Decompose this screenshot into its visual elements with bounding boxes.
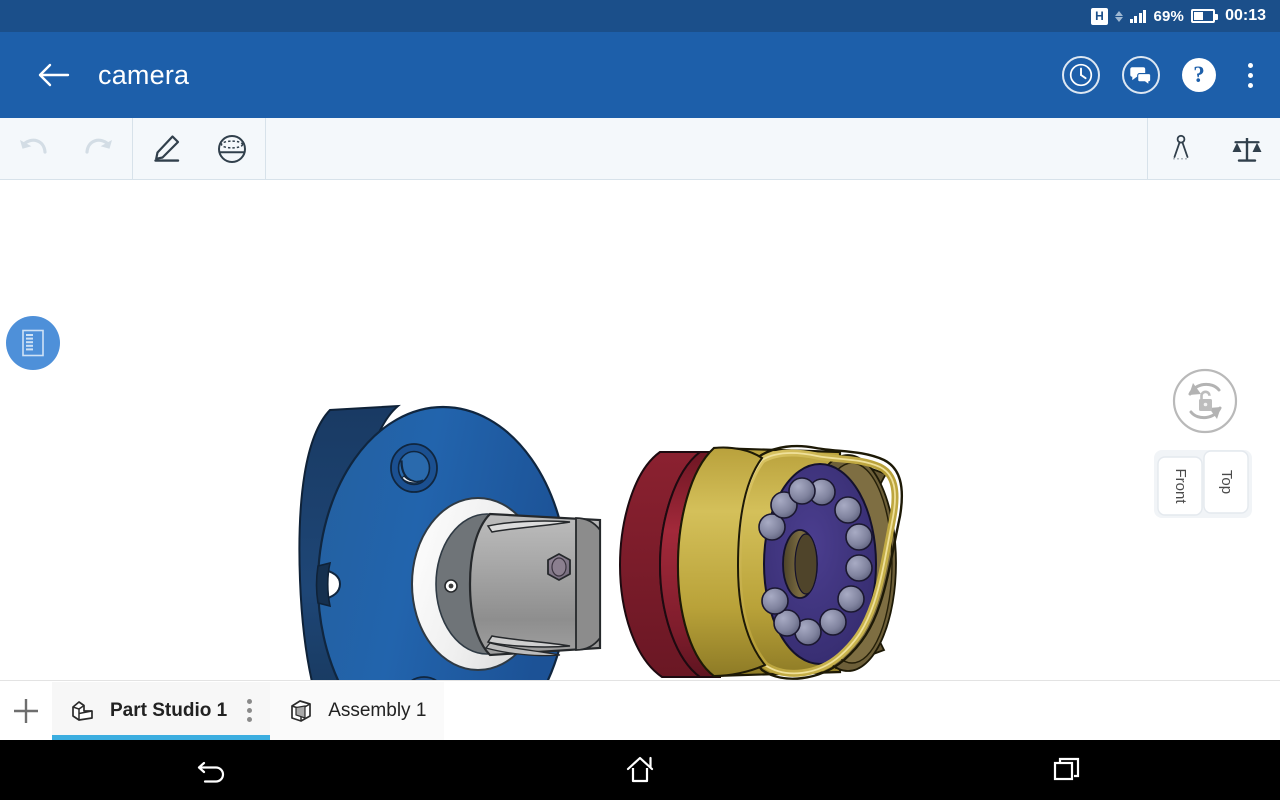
history-tools-group xyxy=(0,118,132,180)
mass-properties-button[interactable] xyxy=(1214,118,1280,180)
data-transfer-arrows-icon xyxy=(1114,10,1123,22)
back-button[interactable] xyxy=(22,61,86,89)
status-bar: H 69% 00:13 xyxy=(0,0,1280,32)
signal-bars-icon xyxy=(1129,9,1147,23)
tool-bar xyxy=(0,117,1280,180)
nav-home-button[interactable] xyxy=(585,740,695,800)
redo-button[interactable] xyxy=(66,118,132,180)
tab-overflow-menu-button[interactable] xyxy=(247,699,253,722)
battery-icon xyxy=(1191,9,1219,23)
revolve-button[interactable] xyxy=(199,118,265,180)
app-bar: camera ? xyxy=(0,32,1280,118)
sketch-button[interactable] xyxy=(133,118,199,180)
measure-button[interactable] xyxy=(1148,118,1214,180)
camera-model-graphic xyxy=(298,404,904,680)
tab-part-studio-1[interactable]: Part Studio 1 xyxy=(52,681,271,740)
add-tab-button[interactable] xyxy=(0,682,52,740)
tab-label: Assembly 1 xyxy=(328,699,427,721)
feature-list-button[interactable] xyxy=(6,316,60,370)
part-studio-icon xyxy=(70,698,96,724)
app-bar-actions: ? xyxy=(1062,56,1280,94)
view-cube-front-label: Front xyxy=(1172,468,1189,504)
help-button[interactable]: ? xyxy=(1182,58,1216,92)
view-cube-top-label: Top xyxy=(1218,470,1235,494)
tab-assembly-1[interactable]: Assembly 1 xyxy=(270,681,445,740)
android-nav-bar xyxy=(0,740,1280,800)
nav-recents-button[interactable] xyxy=(1012,740,1122,800)
assembly-cube-icon xyxy=(288,698,314,724)
page-title: camera xyxy=(98,59,190,90)
document-tab-bar: Part Studio 1 Assembly 1 xyxy=(0,680,1280,740)
create-tools-group xyxy=(133,118,265,180)
undo-button[interactable] xyxy=(0,118,66,180)
app-screen: H 69% 00:13 camera ? Front Top Part Stud… xyxy=(0,0,1280,800)
version-history-button[interactable] xyxy=(1062,56,1100,94)
overflow-menu-button[interactable] xyxy=(1238,56,1262,94)
view-cube[interactable]: Front Top xyxy=(1152,445,1256,527)
tab-label: Part Studio 1 xyxy=(110,699,228,721)
model-canvas[interactable]: Front Top xyxy=(0,180,1280,680)
inspect-tools-group xyxy=(1148,118,1280,180)
battery-percent-label: 69% xyxy=(1153,7,1185,25)
nav-back-button[interactable] xyxy=(158,740,268,800)
rotation-lock-button[interactable] xyxy=(1172,368,1238,434)
clock-label: 00:13 xyxy=(1225,7,1266,24)
network-type-badge: H xyxy=(1090,7,1108,25)
comments-button[interactable] xyxy=(1122,56,1160,94)
